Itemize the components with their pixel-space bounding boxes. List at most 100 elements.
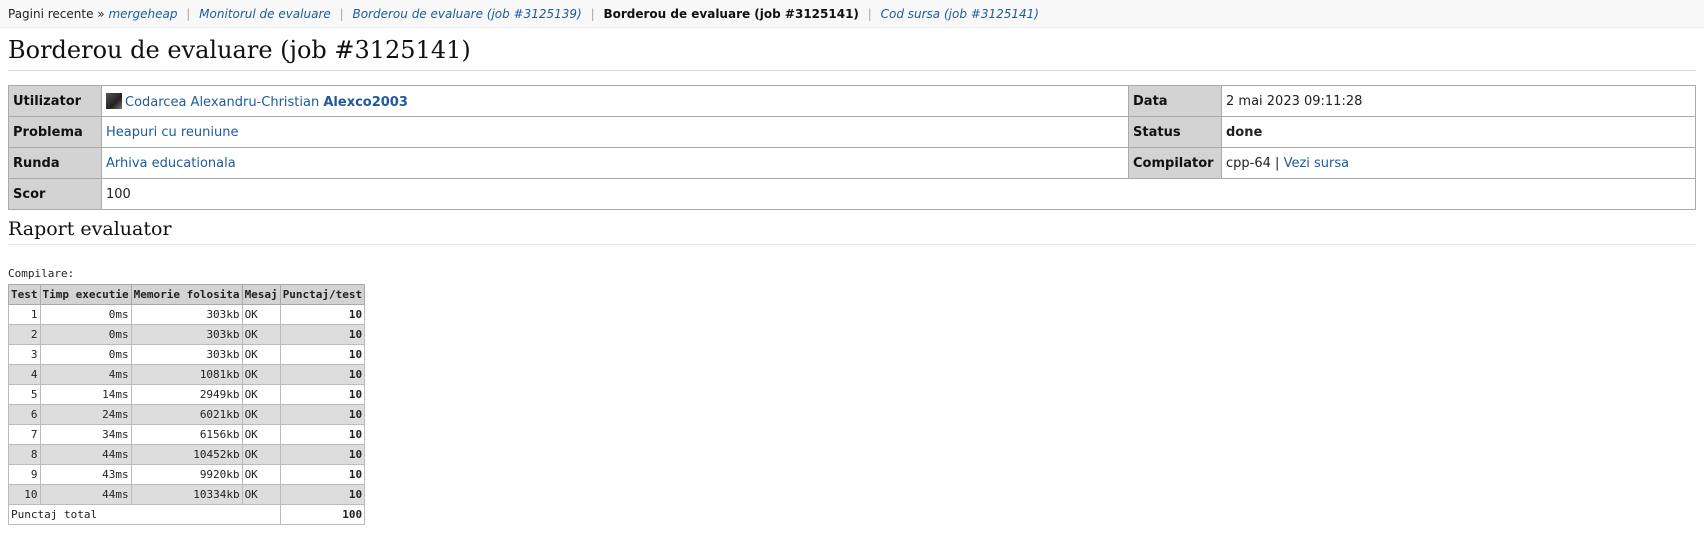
cell-time: 4ms — [39, 364, 132, 385]
round-link[interactable]: Arhiva educationala — [106, 156, 236, 171]
breadcrumb: Pagini recente » mergeheap | Monitorul d… — [0, 0, 1704, 28]
cell-points: 10 — [279, 424, 366, 445]
cell-time: 34ms — [39, 424, 132, 445]
user-label: Utilizator — [8, 85, 102, 117]
info-row-problem: Problema Heapuri cu reuniune Status done — [8, 116, 1696, 148]
cell-time: 0ms — [39, 304, 132, 325]
cell-memory: 303kb — [130, 324, 243, 345]
user-nick-link[interactable]: Alexco2003 — [323, 95, 408, 110]
breadcrumb-separator: | — [186, 7, 191, 21]
cell-message: OK — [241, 464, 281, 485]
user-cell: Codarcea Alexandru-Christian Alexco2003 — [101, 85, 1129, 117]
cell-time: 24ms — [39, 404, 132, 425]
status-value: done — [1221, 116, 1696, 148]
breadcrumb-link-source-code[interactable]: Cod sursa (job #3125141) — [881, 7, 1039, 21]
cell-message: OK — [241, 444, 281, 465]
round-label: Runda — [8, 147, 102, 179]
compiler-cell: cpp-64 | Vezi sursa — [1221, 147, 1696, 179]
cell-message: OK — [241, 304, 281, 325]
user-name-link[interactable]: Codarcea Alexandru-Christian — [125, 95, 319, 110]
cell-message: OK — [241, 364, 281, 385]
job-info-table: Utilizator Codarcea Alexandru-Christian … — [8, 85, 1696, 210]
table-row: 4 4ms 1081kb OK 10 — [8, 364, 366, 385]
status-label: Status — [1128, 116, 1222, 148]
cell-test: 3 — [8, 344, 41, 365]
cell-test: 9 — [8, 464, 41, 485]
table-row: 2 0ms 303kb OK 10 — [8, 324, 366, 345]
date-value: 2 mai 2023 09:11:28 — [1221, 85, 1696, 117]
cell-memory: 303kb — [130, 344, 243, 365]
total-row: Punctaj total 100 — [8, 504, 366, 525]
cell-message: OK — [241, 404, 281, 425]
page: Pagini recente » mergeheap | Monitorul d… — [0, 0, 1704, 525]
breadcrumb-separator: | — [339, 7, 344, 21]
table-row: 9 43ms 9920kb OK 10 — [8, 464, 366, 485]
cell-points: 10 — [279, 484, 366, 505]
breadcrumb-separator: | — [590, 7, 595, 21]
cell-memory: 9920kb — [130, 464, 243, 485]
table-row: 3 0ms 303kb OK 10 — [8, 344, 366, 365]
compile-label: Compilare: — [8, 267, 75, 280]
header-message: Mesaj — [241, 284, 281, 305]
cell-memory: 6021kb — [130, 404, 243, 425]
cell-time: 44ms — [39, 484, 132, 505]
cell-time: 14ms — [39, 384, 132, 405]
cell-points: 10 — [279, 404, 366, 425]
cell-memory: 1081kb — [130, 364, 243, 385]
round-cell: Arhiva educationala — [101, 147, 1129, 179]
breadcrumb-separator: | — [867, 7, 872, 21]
header-time: Timp executie — [39, 284, 132, 305]
table-row: 7 34ms 6156kb OK 10 — [8, 424, 366, 445]
cell-time: 0ms — [39, 324, 132, 345]
view-source-link[interactable]: Vezi sursa — [1284, 156, 1350, 171]
cell-message: OK — [241, 484, 281, 505]
table-row: 1 0ms 303kb OK 10 — [8, 304, 366, 325]
breadcrumb-prefix: Pagini recente » — [8, 7, 105, 21]
test-table-header: Test Timp executie Memorie folosita Mesa… — [8, 284, 366, 305]
cell-time: 43ms — [39, 464, 132, 485]
cell-test: 2 — [8, 324, 41, 345]
breadcrumb-link-monitor[interactable]: Monitorul de evaluare — [199, 7, 331, 21]
problem-cell: Heapuri cu reuniune — [101, 116, 1129, 148]
cell-points: 10 — [279, 364, 366, 385]
cell-message: OK — [241, 384, 281, 405]
cell-message: OK — [241, 344, 281, 365]
compiler-separator: | — [1275, 155, 1280, 171]
cell-memory: 2949kb — [130, 384, 243, 405]
cell-memory: 6156kb — [130, 424, 243, 445]
test-rows: 1 0ms 303kb OK 10 2 0ms 303kb OK 10 3 0ms 303kb OK 10 4… — [8, 304, 366, 505]
page-title: Borderou de evaluare (job #3125141) — [8, 36, 1696, 71]
cell-test: 4 — [8, 364, 41, 385]
problem-link[interactable]: Heapuri cu reuniune — [106, 125, 238, 140]
compiler-value: cpp-64 — [1226, 155, 1271, 171]
table-row: 10 44ms 10334kb OK 10 — [8, 484, 366, 505]
breadcrumb-link-mergeheap[interactable]: mergeheap — [108, 7, 177, 21]
total-label: Punctaj total — [8, 504, 281, 525]
table-row: 8 44ms 10452kb OK 10 — [8, 444, 366, 465]
info-row-round: Runda Arhiva educationala Compilator cpp… — [8, 147, 1696, 179]
header-test: Test — [8, 284, 41, 305]
cell-points: 10 — [279, 464, 366, 485]
info-row-score: Scor 100 — [8, 178, 1696, 210]
breadcrumb-current: Borderou de evaluare (job #3125141) — [603, 7, 859, 21]
cell-points: 10 — [279, 384, 366, 405]
total-value: 100 — [279, 504, 366, 525]
breadcrumb-link-job-3125139[interactable]: Borderou de evaluare (job #3125139) — [352, 7, 581, 21]
cell-time: 44ms — [39, 444, 132, 465]
info-row-user: Utilizator Codarcea Alexandru-Christian … — [8, 85, 1696, 117]
cell-points: 10 — [279, 324, 366, 345]
cell-memory: 10452kb — [130, 444, 243, 465]
cell-time: 0ms — [39, 344, 132, 365]
cell-memory: 10334kb — [130, 484, 243, 505]
score-label: Scor — [8, 178, 102, 210]
test-results-table: Test Timp executie Memorie folosita Mesa… — [8, 284, 366, 525]
table-row: 6 24ms 6021kb OK 10 — [8, 404, 366, 425]
cell-test: 10 — [8, 484, 41, 505]
cell-memory: 303kb — [130, 304, 243, 325]
cell-test: 5 — [8, 384, 41, 405]
cell-message: OK — [241, 424, 281, 445]
avatar[interactable] — [106, 92, 122, 109]
table-row: 5 14ms 2949kb OK 10 — [8, 384, 366, 405]
header-points: Punctaj/test — [279, 284, 366, 305]
date-label: Data — [1128, 85, 1222, 117]
